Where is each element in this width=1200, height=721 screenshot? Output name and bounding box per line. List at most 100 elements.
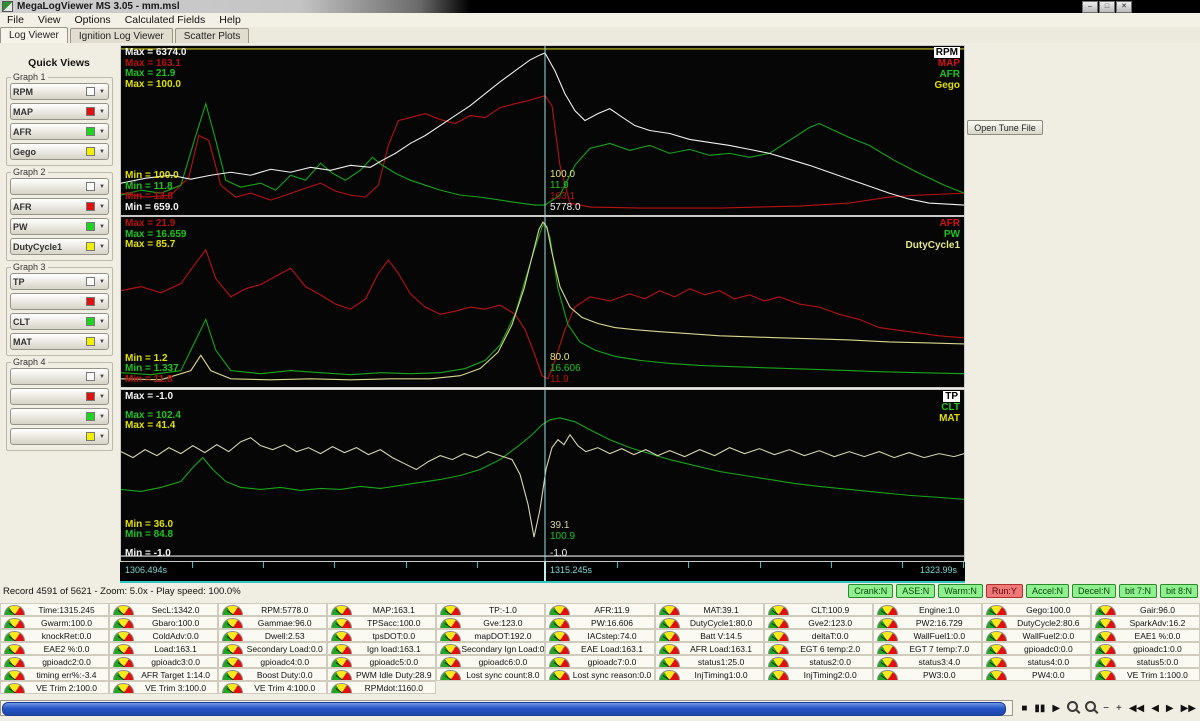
series-select-2-1[interactable]: ▼ — [10, 178, 109, 195]
series-select-1-3[interactable]: AFR ▼ — [10, 123, 109, 140]
gauge-cell-lost-sync-count: Lost sync count:8.0 — [436, 668, 546, 681]
gauge-icon — [549, 604, 571, 615]
tab-log-viewer[interactable]: Log Viewer — [0, 27, 68, 43]
series-select-4-1[interactable]: ▼ — [10, 368, 109, 385]
cursor-values: 39.1 100.9 -1.0 — [550, 520, 575, 559]
series-select-4-3[interactable]: ▼ — [10, 408, 109, 425]
menu-view[interactable]: View — [31, 14, 68, 26]
skip-start-button[interactable]: ◀◀ — [1129, 702, 1144, 715]
horizontal-scrollbar[interactable] — [0, 700, 1013, 716]
gauge-label: gpioadc1:0.0 — [1133, 643, 1182, 654]
grow-button[interactable]: + — [1116, 702, 1122, 715]
gauge-icon — [440, 669, 462, 680]
gauge-icon — [440, 630, 462, 641]
play-button[interactable]: ▶ — [1052, 702, 1060, 715]
gauge-icon — [4, 604, 25, 615]
gauge-label: gpioadc3:0.0 — [151, 656, 200, 667]
trace-afr — [121, 248, 964, 380]
chevron-down-icon: ▼ — [99, 318, 105, 325]
close-button[interactable]: ✕ — [1116, 1, 1132, 13]
gauge-label: tpsDOT:0.0 — [372, 630, 416, 641]
series-select-1-2[interactable]: MAP ▼ — [10, 103, 109, 120]
series-select-1-1[interactable]: RPM ▼ — [10, 83, 109, 100]
gauge-label: Secondary Ign Load:0.0 — [461, 643, 545, 654]
step-back-button[interactable]: ◀ — [1151, 702, 1159, 715]
menu-file[interactable]: File — [0, 14, 31, 26]
gauge-cell-gpioadc1: gpioadc1:0.0 — [1090, 642, 1200, 655]
timeline-scrubber[interactable]: 1306.494s 1315.245s 1323.99s — [120, 562, 965, 583]
chevron-down-icon: ▼ — [99, 298, 105, 305]
gauge-label: Gammae:96.0 — [257, 617, 312, 628]
group-label: Graph 4 — [11, 357, 48, 367]
cursor-value: 39.1 — [550, 520, 570, 531]
cursor-values: 100.0 11.9 163.1 5778.0 — [550, 169, 581, 213]
series-select-3-3[interactable]: CLT ▼ — [10, 313, 109, 330]
scrollbar-thumb[interactable] — [2, 702, 1006, 716]
chevron-down-icon: ▼ — [99, 413, 105, 420]
cursor-value: 16.606 — [550, 363, 581, 374]
series-select-2-4[interactable]: DutyCycle1 ▼ — [10, 238, 109, 255]
gauge-icon — [549, 656, 571, 667]
gauge-cell-injtiming2: InjTiming2:0.0 — [763, 668, 873, 681]
step-forward-button[interactable]: ▶ — [1166, 702, 1174, 715]
legend-tp: TP — [943, 391, 960, 402]
pause-button[interactable]: ▮▮ — [1034, 702, 1045, 715]
zoom-in-button[interactable] — [1085, 700, 1097, 716]
gauge-icon — [549, 617, 571, 628]
gauge-label: gpioadc2:0.0 — [42, 656, 91, 667]
series-select-3-4[interactable]: MAT ▼ — [10, 333, 109, 350]
graph-panel-3[interactable]: Max = -1.0 Max = 102.4 Max = 41.4 Min = 36.… — [120, 389, 965, 562]
gauge-cell-dwell: Dwell:2.53 — [218, 629, 328, 642]
series-color-swatch — [86, 372, 96, 381]
gauge-icon — [440, 617, 462, 628]
skip-end-button[interactable]: ▶▶ — [1181, 702, 1196, 715]
menu-options[interactable]: Options — [68, 14, 118, 26]
menu-calculated-fields[interactable]: Calculated Fields — [118, 14, 213, 26]
gauge-label: EGT 7 temp:7.0 — [909, 643, 970, 654]
timeline-cursor[interactable] — [544, 562, 546, 581]
gauge-icon — [331, 643, 353, 654]
menu-bar: File View Options Calculated Fields Help — [0, 13, 1200, 28]
gauge-icon — [658, 669, 680, 680]
gauge-icon — [767, 669, 789, 680]
stop-button[interactable]: ■ — [1021, 702, 1027, 715]
graph-legend: RPM MAP AFR Gego — [933, 47, 960, 91]
series-select-label: DutyCycle1 — [13, 241, 63, 252]
graph-panel-2[interactable]: Max = 21.9 Max = 16.659 Max = 85.7 Min = 1.… — [120, 216, 965, 388]
series-select-4-2[interactable]: ▼ — [10, 388, 109, 405]
gauge-cell-knockret: knockRet:0.0 — [0, 629, 110, 642]
gauge-label: MAP:163.1 — [372, 604, 415, 615]
tab-scatter-plots[interactable]: Scatter Plots — [174, 28, 250, 43]
series-select-4-4[interactable]: ▼ — [10, 428, 109, 445]
gauge-icon — [222, 604, 244, 615]
minimize-button[interactable]: – — [1082, 1, 1098, 13]
gauge-label: InjTiming1:0.0 — [694, 669, 748, 680]
gauge-icon — [767, 604, 789, 615]
gauge-label: DutyCycle1:80.0 — [689, 617, 753, 628]
open-tune-file-button[interactable]: Open Tune File — [967, 120, 1043, 135]
shrink-button[interactable]: − — [1103, 702, 1109, 715]
gauge-label: Gair:96.0 — [1139, 604, 1175, 615]
quick-views-sidebar: Quick Views Graph 1 RPM ▼ MAP ▼ AFR ▼ Gego ▼ Grap… — [0, 43, 118, 581]
trace-dutycycle1 — [121, 221, 964, 381]
gauge-icon — [331, 682, 353, 693]
gauge-cell-pwm-idle-duty: PWM Idle Duty:28.9 — [327, 668, 437, 681]
tab-ignition-log-viewer[interactable]: Ignition Log Viewer — [69, 28, 173, 43]
gauge-label: WallFuel1:0.0 — [913, 630, 966, 641]
menu-help[interactable]: Help — [212, 14, 248, 26]
gauge-cell-gego: Gego:100.0 — [981, 603, 1091, 616]
max-labels-entry: Max = 6374.0 — [125, 47, 187, 58]
gauge-cell-tpsdot: tpsDOT:0.0 — [327, 629, 437, 642]
series-select-3-1[interactable]: TP ▼ — [10, 273, 109, 290]
gauge-cell-status2: status2:0.0 — [763, 655, 873, 668]
maximize-button[interactable]: □ — [1099, 1, 1115, 13]
series-select-3-2[interactable]: ▼ — [10, 293, 109, 310]
zoom-out-button[interactable] — [1067, 700, 1079, 716]
series-select-2-3[interactable]: PW ▼ — [10, 218, 109, 235]
min-labels: Min = 1.2 Min = 1.337 Min = 11.8 — [125, 353, 179, 386]
graph-panel-1[interactable]: Max = 6374.0 Max = 163.1 Max = 21.9 Max = 1… — [120, 45, 965, 216]
gauge-label: Gve:123.0 — [483, 617, 523, 628]
series-select-1-4[interactable]: Gego ▼ — [10, 143, 109, 160]
max-labels: Max = -1.0 Max = 102.4 Max = 41.4 — [125, 391, 181, 432]
series-select-2-2[interactable]: AFR ▼ — [10, 198, 109, 215]
